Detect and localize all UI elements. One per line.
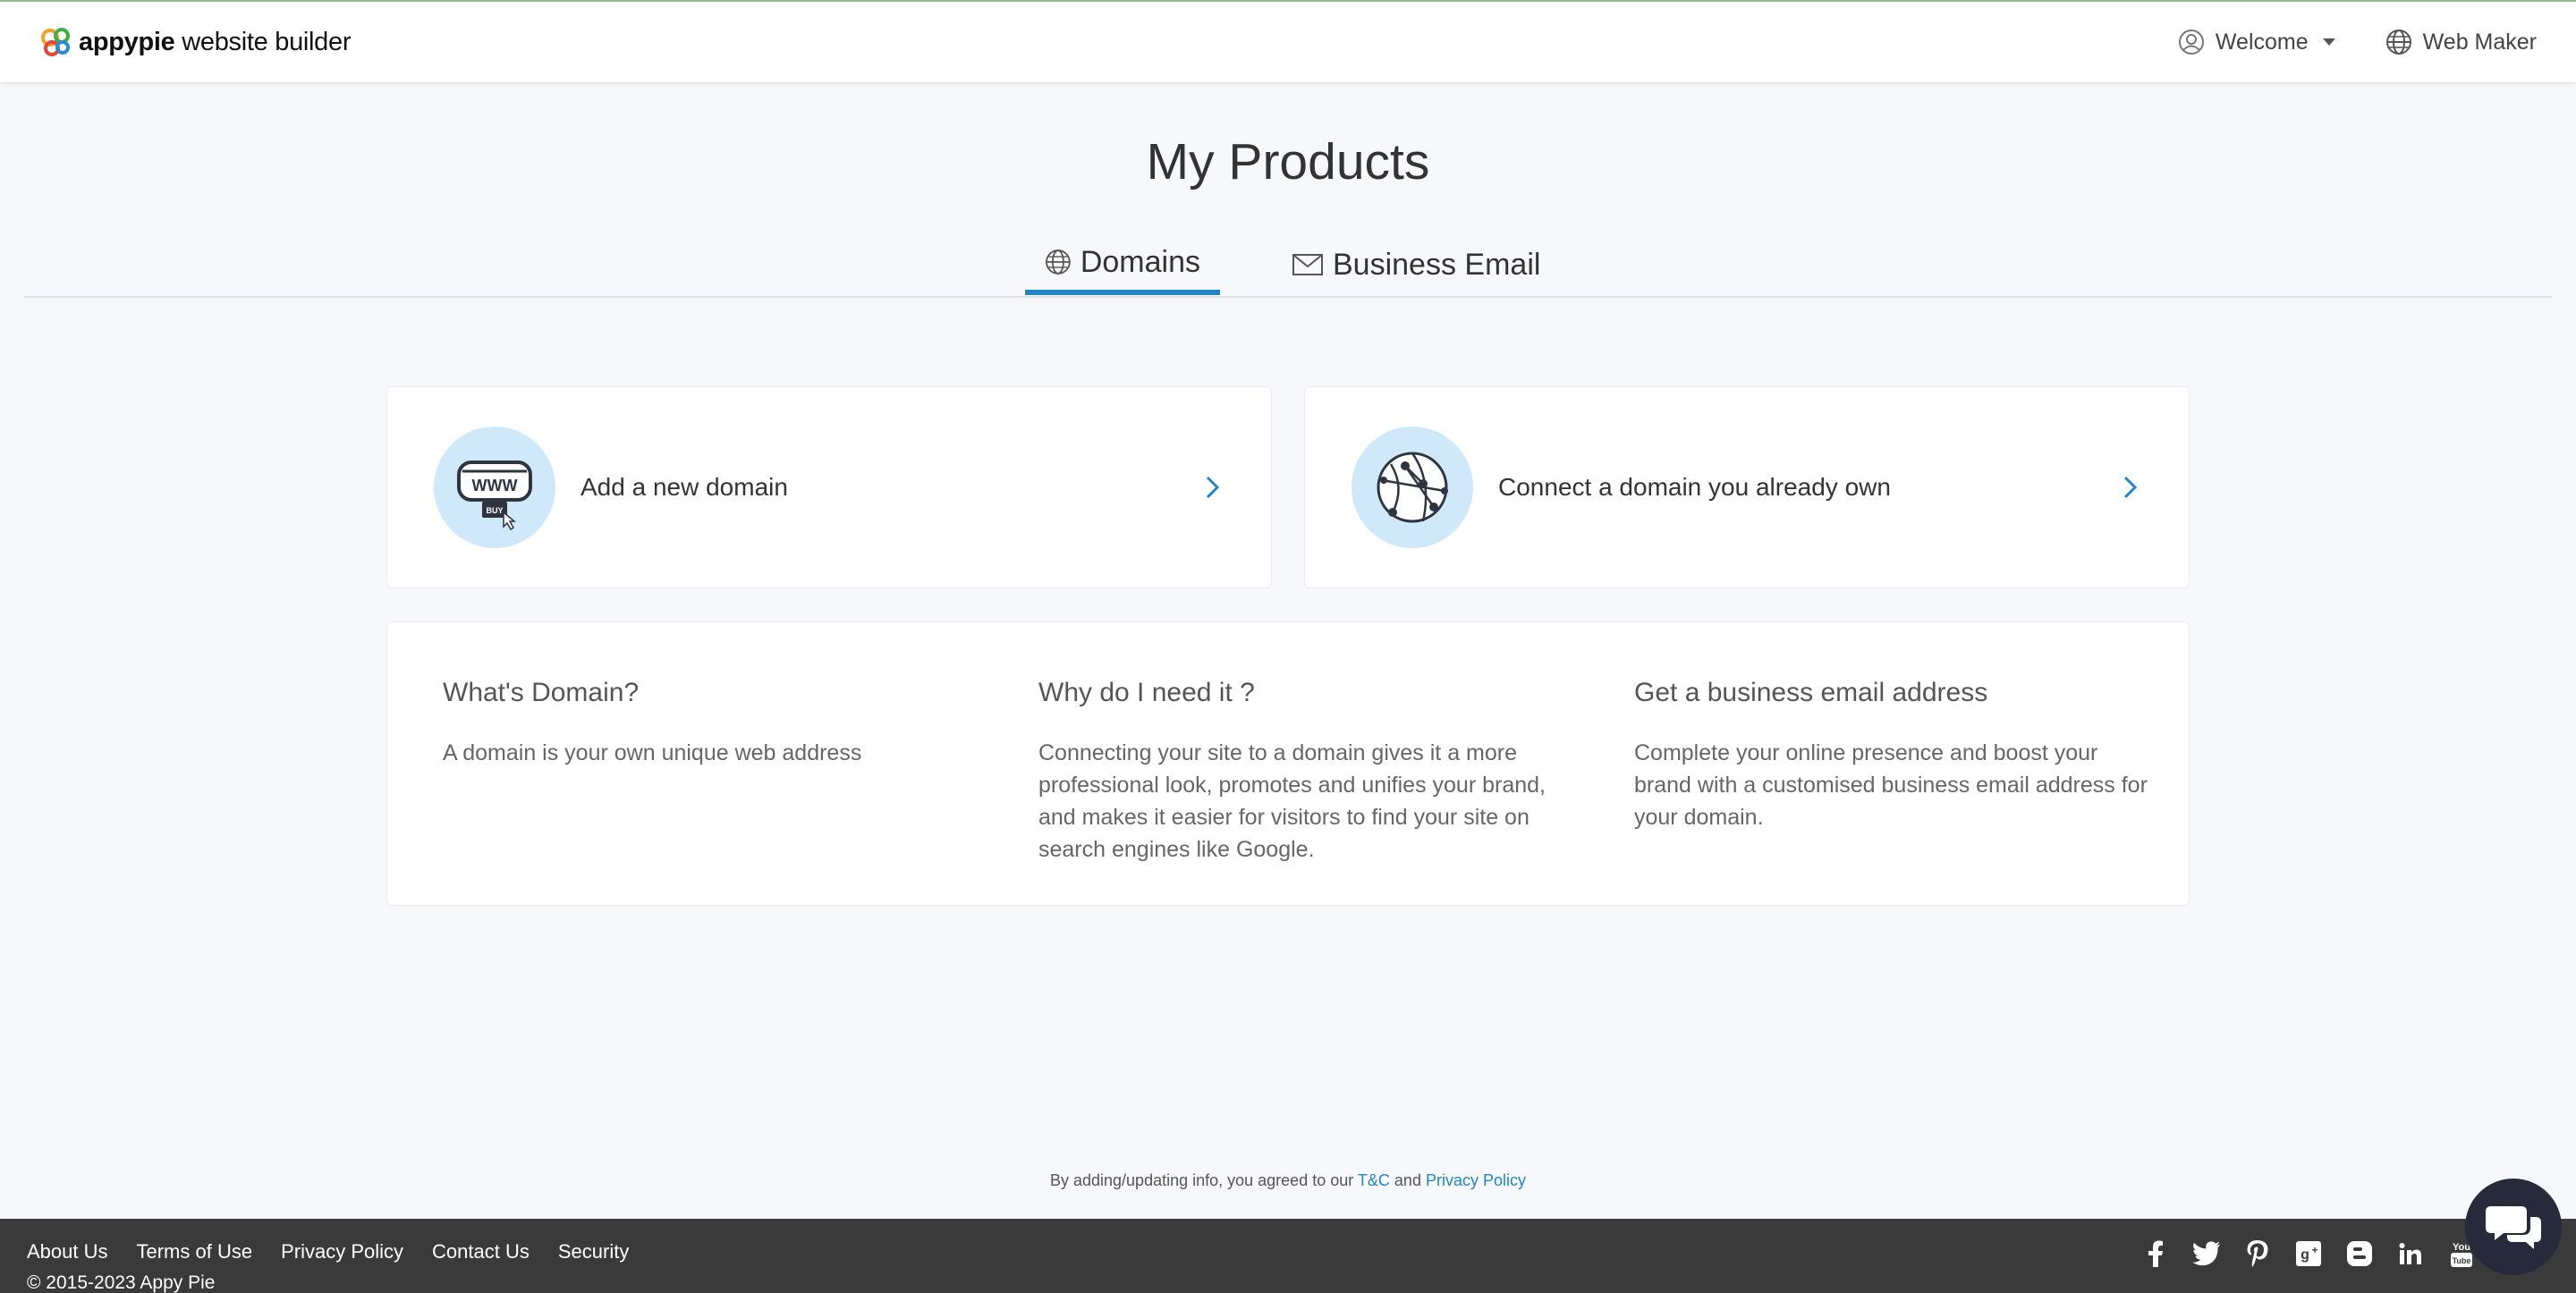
envelope-icon (1292, 254, 1323, 275)
what-is-domain-section: What's Domain? A domain is your own uniq… (443, 678, 962, 769)
chevron-right-icon (2123, 476, 2138, 499)
network-globe-icon (1352, 427, 1473, 548)
welcome-menu[interactable]: Welcome (2178, 29, 2335, 55)
svg-text:WWW: WWW (472, 477, 518, 494)
add-domain-card[interactable]: WWW BUY Add a new domain (386, 386, 1272, 588)
linkedin-icon[interactable] (2395, 1238, 2425, 1268)
svg-text:Tube: Tube (2452, 1256, 2470, 1265)
footer-link-privacy[interactable]: Privacy Policy (281, 1240, 403, 1263)
connect-domain-card[interactable]: Connect a domain you already own (1304, 386, 2190, 588)
add-domain-label: Add a new domain (580, 473, 788, 501)
chevron-right-icon (1206, 476, 1220, 499)
agreement-notice: By adding/updating info, you agreed to o… (1049, 1171, 1526, 1189)
welcome-label: Welcome (2215, 29, 2309, 55)
pinterest-icon[interactable] (2242, 1238, 2272, 1268)
appypie-logo-icon (41, 28, 70, 56)
why-need-title: Why do I need it ? (1038, 678, 1255, 707)
why-need-text: Connecting your site to a domain gives i… (1038, 740, 1546, 862)
tab-business-email-label: Business Email (1333, 247, 1541, 282)
why-need-section: Why do I need it ? Connecting your site … (1038, 678, 1557, 866)
google-plus-icon[interactable]: g + (2293, 1238, 2323, 1268)
business-email-section: Get a business email address Complete yo… (1634, 678, 2153, 833)
chat-bubbles-icon (2486, 1206, 2541, 1249)
blogger-icon[interactable] (2344, 1238, 2374, 1268)
chat-button[interactable] (2465, 1179, 2562, 1275)
brand-logo[interactable]: appypie website builder (39, 25, 352, 59)
footer: About Us Terms of Use Privacy Policy Con… (0, 1219, 2576, 1293)
twitter-icon[interactable] (2191, 1238, 2221, 1268)
privacy-policy-link[interactable]: Privacy Policy (1426, 1171, 1526, 1189)
page-title: My Products (1146, 133, 1430, 190)
social-links: g + You Tube (2140, 1238, 2476, 1268)
what-is-domain-title: What's Domain? (443, 678, 640, 707)
connect-domain-label: Connect a domain you already own (1498, 473, 1891, 501)
tab-domains-label: Domains (1080, 244, 1200, 279)
brand-name: appypie website builder (79, 27, 352, 56)
business-email-title: Get a business email address (1634, 678, 1988, 707)
web-maker-link[interactable]: Web Maker (2385, 29, 2537, 55)
footer-link-terms[interactable]: Terms of Use (137, 1240, 253, 1263)
svg-text:g: g (2301, 1247, 2309, 1263)
top-header: appypie website builder Welcome Web Make… (0, 2, 2576, 82)
svg-text:BUY: BUY (486, 506, 503, 515)
business-email-text: Complete your online presence and boost … (1634, 740, 2148, 830)
what-is-domain-text: A domain is your own unique web address (443, 740, 862, 765)
footer-link-contact[interactable]: Contact Us (432, 1240, 530, 1263)
globe-icon (2385, 30, 2411, 55)
web-maker-label: Web Maker (2422, 29, 2537, 55)
footer-link-security[interactable]: Security (558, 1240, 629, 1263)
tc-link[interactable]: T&C (1358, 1171, 1390, 1189)
svg-text:+: + (2311, 1244, 2318, 1256)
user-icon (2178, 30, 2204, 55)
globe-icon (1046, 249, 1071, 275)
footer-link-about[interactable]: About Us (27, 1240, 108, 1263)
chevron-down-icon (2322, 38, 2335, 46)
www-buy-icon: WWW BUY (434, 427, 555, 548)
tabs-divider (24, 295, 2552, 298)
tab-domains[interactable]: Domains (1025, 234, 1220, 295)
copyright: © 2015-2023 Appy Pie (27, 1272, 216, 1293)
domain-info-panel: What's Domain? A domain is your own uniq… (386, 621, 2190, 906)
tab-business-email[interactable]: Business Email (1272, 234, 1560, 295)
facebook-icon[interactable] (2140, 1238, 2170, 1268)
